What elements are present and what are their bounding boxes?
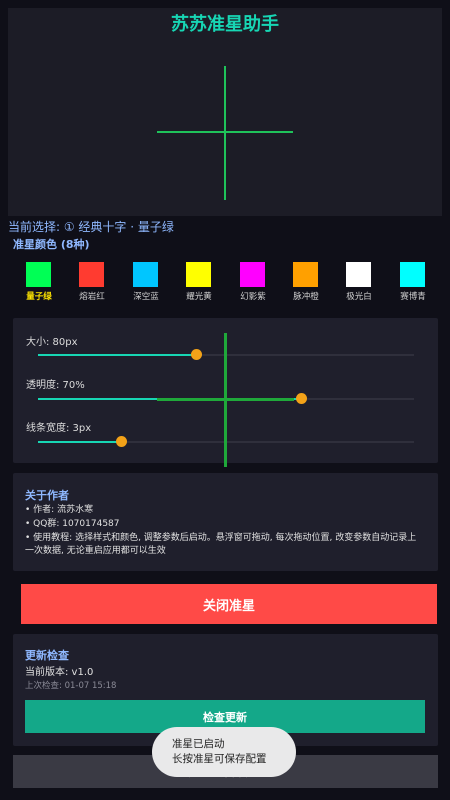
toast-message: 准星已启动 长按准星可保存配置	[152, 727, 296, 777]
color-swatch-label: 深空蓝	[133, 292, 159, 302]
size-slider-fill	[38, 354, 196, 356]
app-title: 苏苏准星助手	[171, 14, 279, 35]
size-label: 大小: 80px	[26, 337, 78, 348]
color-swatch-label: 幻影紫	[240, 292, 266, 302]
last-check-text: 上次检查: 01-07 15:18	[25, 681, 117, 691]
opacity-label: 透明度: 70%	[26, 380, 85, 391]
color-swatch-label: 赛博青	[400, 292, 426, 302]
color-swatch-7[interactable]	[346, 262, 371, 287]
toast-line-2: 长按准星可保存配置	[172, 753, 267, 765]
line-width-slider-fill	[38, 441, 121, 443]
author-text: • 作者: 流苏水寒	[25, 505, 94, 515]
color-swatch-label: 量子绿	[26, 292, 52, 302]
usage-text: • 使用教程: 选择样式和颜色, 调整参数后启动。悬浮窗可拖动, 每次拖动位置,…	[25, 533, 417, 556]
qq-group-text: • QQ群: 1070174587	[25, 519, 120, 529]
color-swatch-6[interactable]	[293, 262, 318, 287]
color-swatch-3[interactable]	[133, 262, 158, 287]
current-selection: 当前选择: ① 经典十字 · 量子绿	[8, 220, 174, 234]
floating-crosshair-horizontal[interactable]	[157, 398, 294, 401]
color-swatch-label: 耀光黄	[186, 292, 212, 302]
preview-crosshair-horizontal	[157, 131, 293, 133]
line-width-slider-thumb[interactable]	[116, 436, 127, 447]
color-swatch-1[interactable]	[26, 262, 51, 287]
color-swatch-5[interactable]	[240, 262, 265, 287]
version-text: 当前版本: v1.0	[25, 667, 94, 678]
color-swatch-8[interactable]	[400, 262, 425, 287]
color-swatch-2[interactable]	[79, 262, 104, 287]
toast-line-1: 准星已启动	[172, 738, 225, 750]
opacity-slider-thumb[interactable]	[296, 393, 307, 404]
update-title: 更新检查	[25, 649, 69, 662]
color-swatch-label: 极光白	[346, 292, 372, 302]
color-section-title: 准星颜色 (8种)	[13, 238, 90, 251]
line-width-label: 线条宽度: 3px	[26, 423, 92, 434]
color-swatch-label: 脉冲橙	[293, 292, 319, 302]
color-swatch-4[interactable]	[186, 262, 211, 287]
preview-crosshair-vertical	[224, 66, 226, 200]
color-swatch-label: 熔岩红	[79, 292, 105, 302]
close-crosshair-button[interactable]: 关闭准星	[21, 584, 437, 624]
size-slider-thumb[interactable]	[191, 349, 202, 360]
about-title: 关于作者	[25, 489, 69, 502]
